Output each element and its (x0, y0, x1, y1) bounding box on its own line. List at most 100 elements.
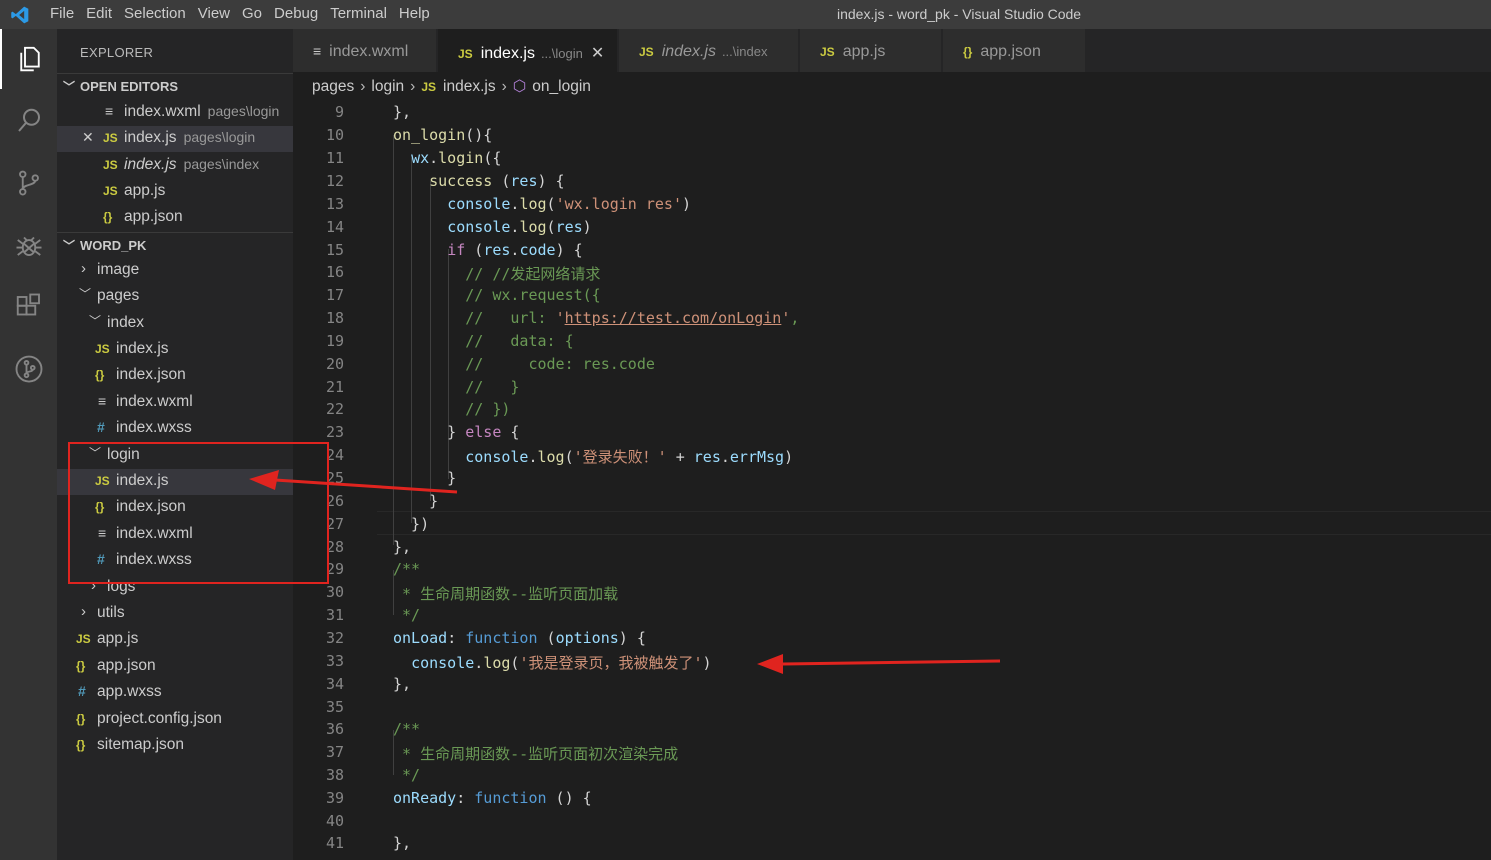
tab-label: app.js (842, 43, 886, 60)
line-number: 36 (325, 720, 344, 738)
tree-folder[interactable]: ﹀ pages (57, 284, 293, 310)
js-file-icon: JS (820, 45, 835, 59)
code-line: /** (393, 560, 421, 578)
code-line: onReady: function () { (393, 789, 592, 807)
line-number: 33 (325, 652, 344, 670)
line-number: 20 (325, 355, 344, 373)
line-number: 31 (325, 606, 344, 624)
tree-file[interactable]: # index.wxss (57, 416, 293, 442)
debug-activity[interactable] (0, 215, 57, 275)
tree-file[interactable]: # app.wxss (57, 680, 293, 706)
tab-index-js-login[interactable]: JS index.js ...\login ✕ (438, 29, 618, 72)
tree-label: index (107, 314, 145, 331)
line-number: 19 (325, 332, 344, 350)
json-file-icon: {} (963, 45, 973, 59)
open-editors-header[interactable]: ﹀ OPEN EDITORS (57, 73, 293, 99)
breadcrumb-item[interactable]: on_login (532, 78, 591, 95)
open-editor-item-active[interactable]: ✕ JS index.js pages\login (57, 126, 293, 152)
project-label: WORD_PK (80, 238, 147, 253)
tree-folder[interactable]: › utils (57, 601, 293, 627)
open-editor-path: pages\index (183, 156, 260, 172)
source-control-activity[interactable] (0, 153, 57, 213)
breadcrumb-item[interactable]: index.js (443, 78, 496, 95)
menu-view[interactable]: View (198, 0, 238, 29)
menu-selection[interactable]: Selection (124, 0, 194, 29)
tab-label: app.json (980, 43, 1041, 60)
tree-file[interactable]: {} sitemap.json (57, 733, 293, 759)
vscode-logo-icon (11, 6, 29, 24)
line-number: 23 (325, 423, 344, 441)
code-line: }) (393, 515, 430, 533)
git-graph-activity[interactable] (0, 339, 57, 399)
tree-file[interactable]: {} index.json (57, 363, 293, 389)
line-number: 37 (325, 743, 344, 761)
activity-bar (0, 29, 57, 860)
menu-file[interactable]: File (50, 0, 82, 29)
menu-edit[interactable]: Edit (86, 0, 120, 29)
tree-label: app.js (97, 630, 139, 647)
open-editor-path: pages\login (207, 103, 280, 119)
line-number: 35 (325, 698, 344, 716)
line-number: 18 (325, 309, 344, 327)
open-editor-item[interactable]: {} app.json (57, 205, 293, 231)
open-editor-item[interactable]: ≡ index.wxml pages\login (57, 100, 293, 126)
close-icon[interactable]: ✕ (591, 45, 604, 62)
menu-go[interactable]: Go (242, 0, 270, 29)
tree-file[interactable]: JS index.js (57, 337, 293, 363)
code-line: wx.login({ (411, 149, 502, 167)
breadcrumb-item[interactable]: login (371, 78, 404, 95)
tree-label: sitemap.json (97, 736, 185, 753)
close-icon[interactable]: ✕ (82, 129, 94, 146)
tab-index-js-index[interactable]: JS index.js ...\index (619, 29, 799, 72)
tree-file[interactable]: JS app.js (57, 627, 293, 653)
js-file-icon: JS (95, 342, 110, 356)
line-number: 14 (325, 218, 344, 236)
menu-help[interactable]: Help (399, 0, 438, 29)
code-line: }, (393, 103, 412, 121)
code-line: console.log('wx.login res') (447, 195, 692, 213)
menu-debug[interactable]: Debug (274, 0, 326, 29)
code-line: // wx.request({ (393, 286, 601, 304)
open-editor-item[interactable]: JS index.js pages\index (57, 153, 293, 179)
tree-folder[interactable]: ﹀ index (57, 311, 293, 337)
tree-file[interactable]: {} project.config.json (57, 707, 293, 733)
search-activity[interactable] (0, 91, 57, 151)
code-editor[interactable]: 9 10 11 12 13 14 15 16 17 18 19 20 21 22 23 24 25 26 27 28 2… (293, 101, 1491, 860)
line-number: 12 (325, 172, 344, 190)
extensions-activity[interactable] (0, 277, 57, 337)
open-editor-name: index.js (124, 129, 177, 146)
debug-icon (16, 236, 41, 256)
wxss-file-icon: # (97, 419, 105, 435)
menu-terminal[interactable]: Terminal (330, 0, 395, 29)
tab-index-wxml[interactable]: ≡ index.wxml (293, 29, 437, 72)
wxml-file-icon: ≡ (105, 103, 114, 119)
project-header[interactable]: ﹀ WORD_PK (57, 232, 293, 258)
line-number: 15 (325, 241, 344, 259)
code-line: // //发起网络请求 (393, 265, 601, 283)
tab-app-js[interactable]: JS app.js (800, 29, 942, 72)
code-line: } else { (393, 423, 520, 441)
tree-file[interactable]: {} app.json (57, 654, 293, 680)
search-icon (17, 108, 40, 132)
line-number: 13 (325, 195, 344, 213)
open-editor-name: index.wxml (124, 103, 201, 120)
tree-file[interactable]: ≡ index.wxml (57, 390, 293, 416)
tree-label: app.wxss (97, 683, 162, 700)
explorer-activity[interactable] (0, 29, 57, 89)
highlight-box (68, 442, 329, 584)
tree-label: index.wxss (116, 419, 192, 436)
line-number: 40 (325, 812, 344, 830)
open-editor-name: index.js (124, 156, 177, 173)
tree-folder[interactable]: › image (57, 258, 293, 284)
code-line: /** (393, 720, 421, 738)
json-file-icon: {} (76, 659, 86, 673)
menu-bar: File Edit Selection View Go Debug Termin… (50, 0, 442, 29)
breadcrumb-item[interactable]: pages (312, 78, 354, 95)
open-editor-name: app.js (124, 182, 166, 199)
code-line: onLoad: function (options) { (393, 629, 646, 647)
open-editors-label: OPEN EDITORS (80, 79, 179, 94)
code-line: // data: { (393, 332, 574, 350)
open-editor-item[interactable]: JS app.js (57, 179, 293, 205)
tab-app-json[interactable]: {} app.json (943, 29, 1086, 72)
js-file-icon: JS (76, 632, 91, 646)
